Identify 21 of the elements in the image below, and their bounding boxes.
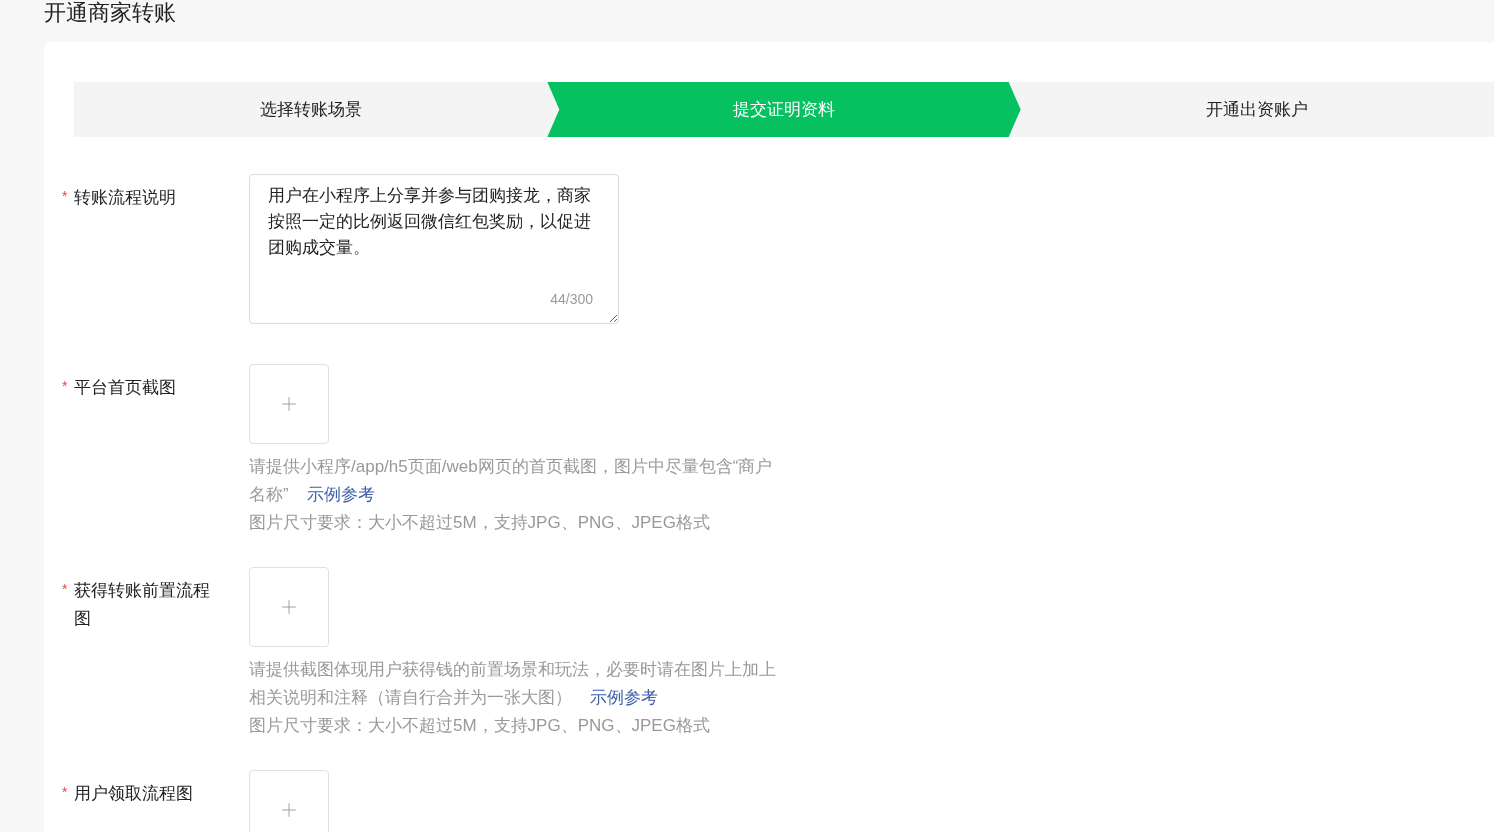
example-link[interactable]: 示例参考	[590, 688, 658, 707]
field-label: 平台首页截图	[74, 377, 177, 399]
upload-button[interactable]	[249, 364, 329, 444]
character-counter: 44/300	[550, 290, 593, 309]
required-mark: *	[62, 580, 68, 599]
requirement-text: 图片尺寸要求：大小不超过5M，支持JPG、PNG、JPEG格式	[249, 512, 711, 534]
step-tab[interactable]: 选择转账场景	[74, 82, 548, 137]
field-label: 转账流程说明	[74, 187, 177, 209]
hint-text: 请提供截图体现用户获得钱的前置场景和玩法，必要时请在图片上加上相关说明和注释（请自行合并为一张大图） 示例参考	[249, 659, 777, 709]
hint-text: 请提供小程序/app/h5页面/web网页的首页截图，图片中尽量包含“商户名称” 示例参考	[249, 456, 774, 506]
required-mark: *	[62, 187, 68, 206]
field-label: 用户领取流程图	[74, 783, 194, 805]
step-tab[interactable]: 开通出资账户	[1020, 82, 1494, 137]
required-mark: *	[62, 377, 68, 396]
example-link[interactable]: 示例参考	[306, 485, 375, 504]
requirement-text: 图片尺寸要求：大小不超过5M，支持JPG、PNG、JPEG格式	[249, 715, 711, 737]
upload-button[interactable]	[249, 567, 329, 647]
page-title: 开通商家转账	[44, 0, 177, 26]
upload-button[interactable]	[249, 770, 329, 832]
field-label: 获得转账前置流程图	[74, 580, 211, 630]
required-mark: *	[62, 783, 68, 802]
